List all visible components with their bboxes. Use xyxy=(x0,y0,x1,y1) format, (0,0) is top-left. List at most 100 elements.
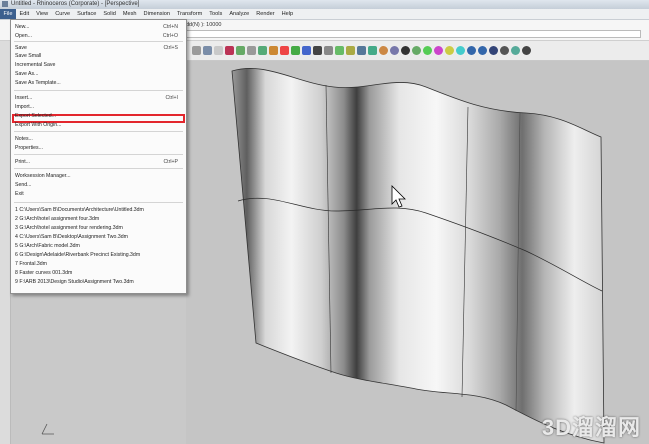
toolbar-button-icon[interactable] xyxy=(434,46,443,55)
menu-item-label: Save As... xyxy=(15,71,39,77)
file-menu-item[interactable]: New... Ctrl+N xyxy=(11,23,186,31)
command-history: dd(N) ): 10000 xyxy=(186,22,222,28)
menu-item-shortcut: Ctrl+O xyxy=(162,33,178,39)
file-menu-item[interactable]: 7 Frontal.3dm xyxy=(11,260,186,268)
toolbar-button-icon[interactable] xyxy=(324,46,333,55)
file-menu-item[interactable]: 9 F:\ARB 2013\Design Studio\Assignment T… xyxy=(11,278,186,286)
file-menu-item[interactable]: 4 C:\Users\Sam B\Desktop\Assignment Two.… xyxy=(11,233,186,241)
file-menu-item[interactable]: 1 C:\Users\Sam B\Documents\Architecture\… xyxy=(11,206,186,214)
toolbar-button-icon[interactable] xyxy=(225,46,234,55)
file-menu-item[interactable]: Export With Origin... xyxy=(11,121,186,129)
menu-mesh[interactable]: Mesh xyxy=(119,9,140,19)
file-menu-item[interactable]: 3 G:\Arch\hotel assignment four renderin… xyxy=(11,224,186,232)
toolbar-button-icon[interactable] xyxy=(247,46,256,55)
toolbar-button-icon[interactable] xyxy=(412,46,421,55)
file-menu-item[interactable]: 8 Faster curves 001.3dm xyxy=(11,269,186,277)
toolbar-button-icon[interactable] xyxy=(346,46,355,55)
toolbar-button-icon[interactable] xyxy=(467,46,476,55)
toolbar-button-icon[interactable] xyxy=(192,46,201,55)
file-menu-item[interactable]: Exit xyxy=(11,190,186,198)
menu-help[interactable]: Help xyxy=(278,9,297,19)
menu-analyze[interactable]: Analyze xyxy=(226,9,253,19)
menu-separator xyxy=(14,168,183,169)
menu-edit[interactable]: Edit xyxy=(16,9,33,19)
file-menu-item[interactable]: Incremental Save xyxy=(11,61,186,69)
menu-item-label: Insert... xyxy=(15,95,33,101)
menu-item-label: 3 G:\Arch\hotel assignment four renderin… xyxy=(15,225,123,231)
file-menu-item[interactable]: 6 G:\Design\Adelaide\Riverbank Precinct … xyxy=(11,251,186,259)
file-menu-item[interactable]: Print... Ctrl+P xyxy=(11,158,186,166)
file-menu-item[interactable]: Save As... xyxy=(11,70,186,78)
menu-item-shortcut: Ctrl+P xyxy=(163,159,178,165)
menu-transform[interactable]: Transform xyxy=(173,9,205,19)
toolbar-button-icon[interactable] xyxy=(445,46,454,55)
menu-separator xyxy=(14,90,183,91)
toolbar-button-icon[interactable] xyxy=(522,46,531,55)
toolbar-button-icon[interactable] xyxy=(313,46,322,55)
menu-view[interactable]: View xyxy=(33,9,52,19)
menu-render[interactable]: Render xyxy=(253,9,278,19)
file-menu-item[interactable]: Notes... xyxy=(11,135,186,143)
toolbar-button-icon[interactable] xyxy=(236,46,245,55)
menu-item-label: Send... xyxy=(15,182,32,188)
toolbar-button-icon[interactable] xyxy=(500,46,509,55)
menu-item-shortcut: Ctrl+S xyxy=(163,45,178,51)
file-menu-item[interactable]: 2 G:\Arch\hotel assignment four.3dm xyxy=(11,215,186,223)
menu-item-label: 2 G:\Arch\hotel assignment four.3dm xyxy=(15,216,100,222)
toolbar-button-icon[interactable] xyxy=(302,46,311,55)
menu-item-label: Save xyxy=(15,45,27,51)
menu-item-label: Export With Origin... xyxy=(15,122,62,128)
file-menu-item[interactable]: Save Ctrl+S xyxy=(11,44,186,52)
file-menu-item[interactable]: Properties... xyxy=(11,144,186,152)
file-menu-item[interactable]: Import... xyxy=(11,103,186,111)
file-menu-item[interactable]: Worksession Manager... xyxy=(11,172,186,180)
perspective-viewport[interactable] xyxy=(186,61,649,444)
file-menu-item[interactable]: Send... xyxy=(11,181,186,189)
menu-item-label: Properties... xyxy=(15,145,43,151)
watermark: 3D溜溜网 xyxy=(541,415,641,440)
toolbar-button-icon[interactable] xyxy=(357,46,366,55)
menu-item-label: Notes... xyxy=(15,136,33,142)
menu-item-label: Exit xyxy=(15,191,24,197)
menu-dimension[interactable]: Dimension xyxy=(140,9,173,19)
toolbar-button-icon[interactable] xyxy=(390,46,399,55)
menu-tools[interactable]: Tools xyxy=(206,9,226,19)
toolbar-button-icon[interactable] xyxy=(335,46,344,55)
toolbar-button-icon[interactable] xyxy=(456,46,465,55)
surface-render xyxy=(231,68,605,444)
file-menu-item[interactable]: Save As Template... xyxy=(11,79,186,87)
app-icon xyxy=(2,1,8,7)
toolbar-button-icon[interactable] xyxy=(280,46,289,55)
toolbar-button-icon[interactable] xyxy=(489,46,498,55)
toolbar-button-icon[interactable] xyxy=(401,46,410,55)
toolbar-button-icon[interactable] xyxy=(214,46,223,55)
file-menu-item[interactable]: 5 G:\Arch\Fabric model.3dm xyxy=(11,242,186,250)
toolbar-button-icon[interactable] xyxy=(379,46,388,55)
toolbar-button-icon[interactable] xyxy=(203,46,212,55)
toolbar-button-icon[interactable] xyxy=(291,46,300,55)
toolbar-button-icon[interactable] xyxy=(478,46,487,55)
toolbar-button-icon[interactable] xyxy=(423,46,432,55)
window-title: Untitled - Rhinoceros (Corporate) - [Per… xyxy=(11,1,140,7)
menu-item-label: 1 C:\Users\Sam B\Documents\Architecture\… xyxy=(15,207,144,213)
file-menu-item[interactable]: Save Small xyxy=(11,52,186,60)
title-bar: Untitled - Rhinoceros (Corporate) - [Per… xyxy=(0,0,649,9)
toolbar-button-icon[interactable] xyxy=(368,46,377,55)
file-menu-item[interactable]: Export Selected... xyxy=(11,112,186,120)
menu-item-label: Import... xyxy=(15,104,35,110)
menu-item-shortcut: Ctrl+I xyxy=(165,95,178,101)
toolbar-button-icon[interactable] xyxy=(511,46,520,55)
menu-separator xyxy=(14,131,183,132)
toolbar-button-icon[interactable] xyxy=(258,46,267,55)
menu-file[interactable]: File xyxy=(0,9,17,19)
menu-item-label: 4 C:\Users\Sam B\Desktop\Assignment Two.… xyxy=(15,234,128,240)
toolbar-button-icon[interactable] xyxy=(269,46,278,55)
menu-solid[interactable]: Solid xyxy=(100,9,119,19)
file-menu-item[interactable]: Open... Ctrl+O xyxy=(11,32,186,40)
menu-item-shortcut: Ctrl+N xyxy=(163,24,178,30)
menu-separator xyxy=(14,154,183,155)
menu-surface[interactable]: Surface xyxy=(74,9,100,19)
command-input[interactable] xyxy=(186,30,641,38)
menu-curve[interactable]: Curve xyxy=(52,9,74,19)
file-menu-item[interactable]: Insert... Ctrl+I xyxy=(11,94,186,102)
